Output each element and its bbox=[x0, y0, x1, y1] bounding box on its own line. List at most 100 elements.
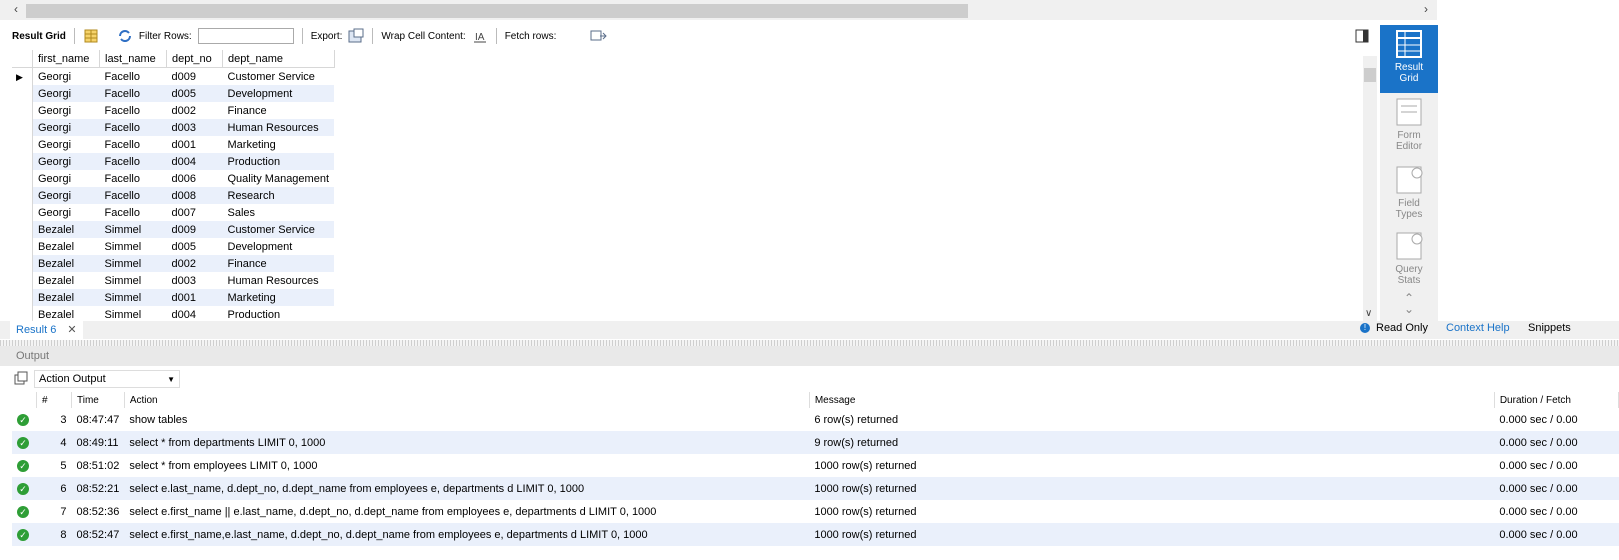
grid-cell[interactable]: Facello bbox=[100, 68, 167, 86]
grid-cell[interactable]: Customer Service bbox=[222, 221, 334, 238]
form-editor-button[interactable]: Form Editor bbox=[1380, 97, 1438, 161]
result-grid-button[interactable]: Result Grid bbox=[1380, 25, 1438, 93]
grid-cell[interactable]: Finance bbox=[223, 102, 335, 119]
row-selector[interactable] bbox=[12, 136, 33, 153]
grid-cell[interactable]: Human Resources bbox=[222, 119, 334, 136]
row-selector[interactable] bbox=[12, 170, 33, 187]
table-row[interactable]: ▶ Georgi Facello d009 Customer Service bbox=[12, 67, 335, 86]
grid-cell[interactable]: d001 bbox=[166, 289, 223, 306]
scrollbar-thumb[interactable] bbox=[1364, 68, 1376, 82]
grid-cell[interactable]: Production bbox=[222, 153, 334, 170]
grid-cell[interactable]: Simmel bbox=[99, 289, 167, 306]
row-selector[interactable] bbox=[12, 221, 33, 238]
grid-cell[interactable]: d002 bbox=[166, 255, 223, 272]
scroll-left-icon[interactable]: ‹ bbox=[14, 2, 18, 16]
row-selector[interactable] bbox=[12, 289, 33, 306]
column-header[interactable]: Time bbox=[71, 392, 125, 408]
grid-cell[interactable]: Facello bbox=[100, 204, 167, 221]
grid-cell[interactable]: Simmel bbox=[99, 255, 167, 272]
grid-cell[interactable]: d005 bbox=[167, 238, 223, 255]
scroll-up-down-icon[interactable]: ⌃ ⌄ bbox=[1380, 292, 1438, 315]
grid-cell[interactable]: Marketing bbox=[223, 136, 335, 153]
action-output-select[interactable]: Action Output ▼ bbox=[34, 370, 180, 388]
row-selector[interactable] bbox=[12, 204, 33, 221]
grid-cell[interactable]: Simmel bbox=[99, 221, 167, 238]
grid-cell[interactable]: Development bbox=[222, 85, 334, 102]
grid-cell[interactable]: d002 bbox=[167, 102, 223, 119]
output-row[interactable]: ✓ 5 08:51:02 select * from employees LIMIT … bbox=[12, 454, 1619, 477]
grid-cell[interactable]: Georgi bbox=[32, 119, 100, 136]
grid-cell[interactable]: Georgi bbox=[32, 85, 100, 102]
filter-rows-input[interactable] bbox=[197, 28, 294, 44]
row-selector[interactable] bbox=[12, 153, 33, 170]
fetch-next-icon[interactable] bbox=[590, 28, 608, 44]
column-header[interactable]: dept_name bbox=[222, 50, 335, 68]
tab-context-help[interactable]: Context Help bbox=[1446, 322, 1510, 334]
grid-cell[interactable]: Finance bbox=[222, 255, 334, 272]
grid-cell[interactable]: Facello bbox=[99, 119, 167, 136]
grid-cell[interactable]: d003 bbox=[166, 119, 223, 136]
grid-cell[interactable]: Georgi bbox=[33, 102, 100, 119]
export-icon[interactable] bbox=[348, 28, 364, 44]
column-header[interactable]: Message bbox=[809, 392, 1495, 408]
copy-icon[interactable] bbox=[14, 371, 28, 388]
grid-cell[interactable]: Simmel bbox=[100, 238, 167, 255]
row-selector[interactable] bbox=[12, 102, 33, 119]
tab-snippets[interactable]: Snippets bbox=[1528, 322, 1571, 334]
grid-cell[interactable]: Simmel bbox=[100, 272, 167, 289]
row-selector-header[interactable] bbox=[12, 50, 33, 68]
column-header[interactable]: Action bbox=[124, 392, 810, 408]
grid-cell[interactable]: Facello bbox=[99, 153, 167, 170]
tab-result-6[interactable]: Result 6 ✕ bbox=[10, 321, 83, 339]
scroll-down-icon[interactable]: ∨ bbox=[1365, 308, 1372, 319]
grid-cell[interactable]: Sales bbox=[223, 204, 335, 221]
row-selector[interactable] bbox=[12, 238, 33, 255]
grid-cell[interactable]: Georgi bbox=[32, 187, 100, 204]
grid-cell[interactable]: Marketing bbox=[222, 289, 334, 306]
table-row[interactable]: Georgi Facello d007 Sales bbox=[12, 204, 334, 221]
close-icon[interactable]: ✕ bbox=[67, 324, 76, 336]
grid-cell[interactable]: d001 bbox=[167, 136, 223, 153]
grid-cell[interactable]: d005 bbox=[166, 85, 223, 102]
column-header[interactable]: Duration / Fetch bbox=[1494, 392, 1619, 408]
grid-cell[interactable]: Bezalel bbox=[33, 272, 100, 289]
grid-cell[interactable]: Bezalel bbox=[32, 221, 100, 238]
grid-cell[interactable]: d009 bbox=[166, 221, 223, 238]
table-row[interactable]: Georgi Facello d005 Development bbox=[12, 85, 334, 102]
grid-cell[interactable]: Facello bbox=[99, 85, 167, 102]
grid-cell[interactable]: d003 bbox=[167, 272, 223, 289]
table-row[interactable]: Georgi Facello d003 Human Resources bbox=[12, 119, 334, 136]
row-selector[interactable] bbox=[12, 255, 33, 272]
grid-cell[interactable]: Bezalel bbox=[32, 289, 100, 306]
grid-cell[interactable]: Georgi bbox=[33, 68, 100, 86]
toggle-panel-icon[interactable] bbox=[1355, 29, 1371, 45]
grid-cell[interactable]: Georgi bbox=[33, 204, 100, 221]
grid-view-icon[interactable] bbox=[83, 28, 99, 44]
grid-cell[interactable]: d006 bbox=[167, 170, 223, 187]
grid-cell[interactable]: Facello bbox=[100, 170, 167, 187]
grid-cell[interactable]: Customer Service bbox=[223, 68, 335, 86]
grid-cell[interactable]: Research bbox=[222, 187, 334, 204]
column-header[interactable]: last_name bbox=[99, 50, 167, 68]
table-row[interactable]: Georgi Facello d001 Marketing bbox=[12, 136, 334, 153]
row-selector[interactable] bbox=[12, 187, 33, 204]
column-header[interactable]: dept_no bbox=[166, 50, 223, 68]
grid-cell[interactable]: Bezalel bbox=[33, 238, 100, 255]
scrollbar-thumb[interactable] bbox=[26, 4, 968, 18]
grid-cell[interactable]: Georgi bbox=[33, 170, 100, 187]
table-row[interactable]: Georgi Facello d008 Research bbox=[12, 187, 334, 204]
refresh-icon[interactable] bbox=[117, 28, 133, 44]
grid-cell[interactable]: d009 bbox=[167, 68, 223, 86]
table-row[interactable]: Bezalel Simmel d009 Customer Service bbox=[12, 221, 334, 238]
wrap-text-icon[interactable]: IA bbox=[472, 28, 488, 44]
grid-cell[interactable]: Facello bbox=[100, 136, 167, 153]
output-row[interactable]: ✓ 8 08:52:47 select e.first_name,e.last_nam… bbox=[12, 523, 1619, 546]
column-header[interactable]: first_name bbox=[32, 50, 100, 68]
grid-cell[interactable]: Bezalel bbox=[32, 255, 100, 272]
horizontal-scrollbar[interactable]: ‹ › bbox=[0, 0, 1437, 20]
table-row[interactable]: Bezalel Simmel d001 Marketing bbox=[12, 289, 334, 306]
query-stats-button[interactable]: Query Stats bbox=[1380, 231, 1438, 295]
grid-cell[interactable]: Facello bbox=[99, 187, 167, 204]
field-types-button[interactable]: Field Types bbox=[1380, 165, 1438, 229]
output-row[interactable]: ✓ 4 08:49:11 select * from departments LIMI… bbox=[12, 431, 1619, 454]
